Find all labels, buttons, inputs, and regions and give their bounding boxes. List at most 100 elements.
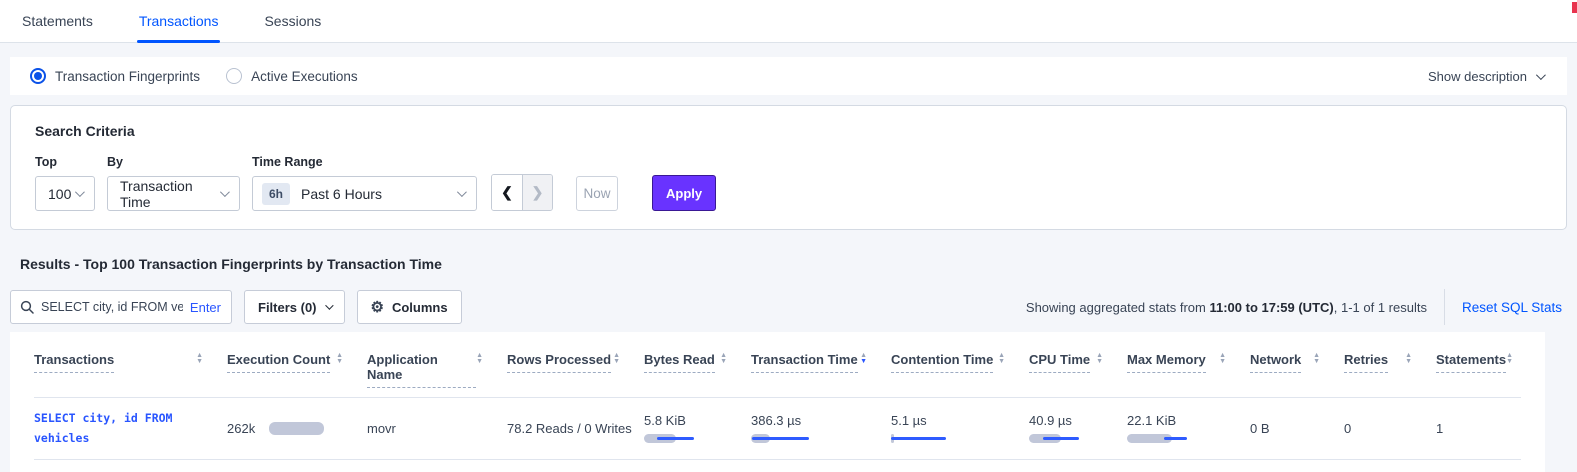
- columns-button[interactable]: ⚙ Columns: [357, 290, 462, 324]
- column-header-bytes-read[interactable]: Bytes Read ▲▼: [644, 352, 751, 388]
- execution-count-value: 262k: [227, 421, 255, 436]
- aggregated-stats-text: Showing aggregated stats from 11:00 to 1…: [1026, 300, 1427, 315]
- cpu-time-value: 40.9 µs: [1029, 413, 1115, 428]
- tab-statements[interactable]: Statements: [20, 13, 95, 42]
- column-header-application-name[interactable]: Application Name▲▼: [367, 352, 507, 388]
- apply-button[interactable]: Apply: [652, 175, 716, 211]
- transaction-fingerprint-link[interactable]: SELECT city, id FROM vehicles: [34, 409, 209, 448]
- time-nav-group: ❮ ❯: [491, 174, 553, 211]
- sort-icon[interactable]: ▲▼: [1313, 353, 1320, 365]
- top-field: Top 100: [35, 155, 95, 211]
- cpu-time-cell: 40.9 µs: [1029, 413, 1127, 444]
- by-field: By Transaction Time: [107, 155, 240, 211]
- time-range-value: Past 6 Hours: [301, 186, 382, 202]
- column-header-transaction-time[interactable]: Transaction Time▲▼: [751, 352, 891, 388]
- radio-selected-icon[interactable]: [30, 68, 46, 84]
- reset-sql-stats-link[interactable]: Reset SQL Stats: [1462, 300, 1562, 315]
- sort-icon[interactable]: ▲▼: [860, 353, 867, 365]
- sort-icon[interactable]: ▲▼: [1219, 353, 1226, 365]
- time-range-select[interactable]: 6h Past 6 Hours: [252, 176, 477, 211]
- max-memory-cell: 22.1 KiB: [1127, 413, 1250, 444]
- column-header-label: Retries: [1344, 352, 1388, 373]
- column-header-label: Max Memory: [1127, 352, 1206, 373]
- column-header-retries[interactable]: Retries ▲▼: [1344, 352, 1436, 388]
- sort-icon[interactable]: ▲▼: [196, 353, 203, 365]
- filters-button[interactable]: Filters (0): [244, 290, 345, 324]
- time-next-button[interactable]: ❯: [522, 175, 552, 210]
- sort-icon[interactable]: ▲▼: [336, 353, 343, 365]
- chevron-down-icon: [75, 187, 85, 197]
- vertical-divider: [1444, 289, 1445, 325]
- sort-icon[interactable]: ▲▼: [476, 353, 483, 365]
- sort-icon[interactable]: ▲▼: [1506, 353, 1513, 365]
- columns-label: Columns: [392, 300, 448, 315]
- contention-time-value: 5.1 µs: [891, 413, 1017, 428]
- page-tab-bar: Statements Transactions Sessions: [0, 0, 1577, 43]
- time-prev-button[interactable]: ❮: [492, 175, 522, 210]
- column-header-label: Statements: [1436, 352, 1506, 373]
- view-mode-band: Transaction Fingerprints Active Executio…: [10, 57, 1567, 95]
- column-header-label: Rows Processed: [507, 352, 611, 373]
- search-box[interactable]: Enter: [10, 290, 232, 324]
- column-header-label: Transactions: [34, 352, 114, 373]
- statements-cell: 1: [1436, 421, 1521, 436]
- column-header-label: Network: [1250, 352, 1301, 373]
- top-select[interactable]: 100: [35, 176, 95, 211]
- search-icon: [20, 300, 34, 314]
- application-name-cell: movr: [367, 421, 507, 436]
- by-label: By: [107, 155, 240, 169]
- sort-icon[interactable]: ▲▼: [998, 353, 1005, 365]
- search-criteria-title: Search Criteria: [35, 123, 1542, 139]
- radio-active-executions[interactable]: Active Executions: [226, 68, 358, 84]
- chevron-down-icon: [1536, 70, 1546, 80]
- screen-edge-artifact: [1572, 2, 1577, 13]
- radio-label: Transaction Fingerprints: [55, 69, 200, 84]
- sort-icon[interactable]: ▲▼: [1096, 353, 1103, 365]
- radio-transaction-fingerprints[interactable]: Transaction Fingerprints: [30, 68, 200, 84]
- chevron-right-icon: ❯: [532, 184, 544, 201]
- chevron-left-icon: ❮: [501, 184, 513, 201]
- sort-icon[interactable]: ▲▼: [720, 353, 727, 365]
- column-header-cpu-time[interactable]: CPU Time ▲▼: [1029, 352, 1127, 388]
- stats-time-range: 11:00 to 17:59 (UTC): [1209, 300, 1333, 315]
- sort-icon[interactable]: ▲▼: [613, 353, 620, 365]
- column-header-label: Transaction Time: [751, 352, 858, 373]
- column-header-label: Application Name: [367, 352, 476, 388]
- search-enter-hint[interactable]: Enter: [190, 300, 221, 315]
- show-description-toggle[interactable]: Show description: [1428, 69, 1543, 84]
- tab-sessions[interactable]: Sessions: [262, 13, 323, 42]
- contention-time-cell: 5.1 µs: [891, 413, 1029, 444]
- column-header-max-memory[interactable]: Max Memory ▲▼: [1127, 352, 1250, 388]
- column-header-label: CPU Time: [1029, 352, 1090, 373]
- column-header-statements[interactable]: Statements▲▼: [1436, 352, 1537, 388]
- tab-transactions[interactable]: Transactions: [137, 13, 221, 42]
- results-heading: Results - Top 100 Transaction Fingerprin…: [20, 256, 1577, 272]
- chevron-down-icon: [325, 301, 333, 309]
- bytes-read-cell: 5.8 KiB: [644, 413, 751, 444]
- column-header-label: Contention Time: [891, 352, 993, 373]
- now-button[interactable]: Now: [576, 176, 618, 211]
- time-range-badge: 6h: [262, 183, 290, 205]
- retries-cell: 0: [1344, 421, 1436, 436]
- column-header-contention-time[interactable]: Contention Time ▲▼: [891, 352, 1029, 388]
- column-header-transactions[interactable]: Transactions ▲▼: [34, 352, 227, 388]
- sort-icon[interactable]: ▲▼: [1405, 353, 1412, 365]
- column-header-label: Execution Count: [227, 352, 330, 373]
- chevron-down-icon: [457, 187, 467, 197]
- max-memory-value: 22.1 KiB: [1127, 413, 1238, 428]
- by-select-value: Transaction Time: [120, 178, 220, 210]
- column-header-label: Bytes Read: [644, 352, 715, 373]
- gear-icon: ⚙: [371, 300, 384, 315]
- column-header-rows-processed[interactable]: Rows Processed▲▼: [507, 352, 644, 388]
- top-select-value: 100: [48, 186, 71, 202]
- radio-unselected-icon[interactable]: [226, 68, 242, 84]
- column-header-network[interactable]: Network ▲▼: [1250, 352, 1344, 388]
- transaction-time-bar: [751, 434, 813, 444]
- search-input[interactable]: [41, 300, 183, 314]
- chevron-down-icon: [220, 187, 230, 197]
- column-header-execution-count[interactable]: Execution Count ▲▼: [227, 352, 367, 388]
- transaction-time-cell: 386.3 µs: [751, 413, 891, 444]
- by-select[interactable]: Transaction Time: [107, 176, 240, 211]
- network-cell: 0 B: [1250, 421, 1344, 436]
- cpu-time-bar: [1029, 434, 1091, 444]
